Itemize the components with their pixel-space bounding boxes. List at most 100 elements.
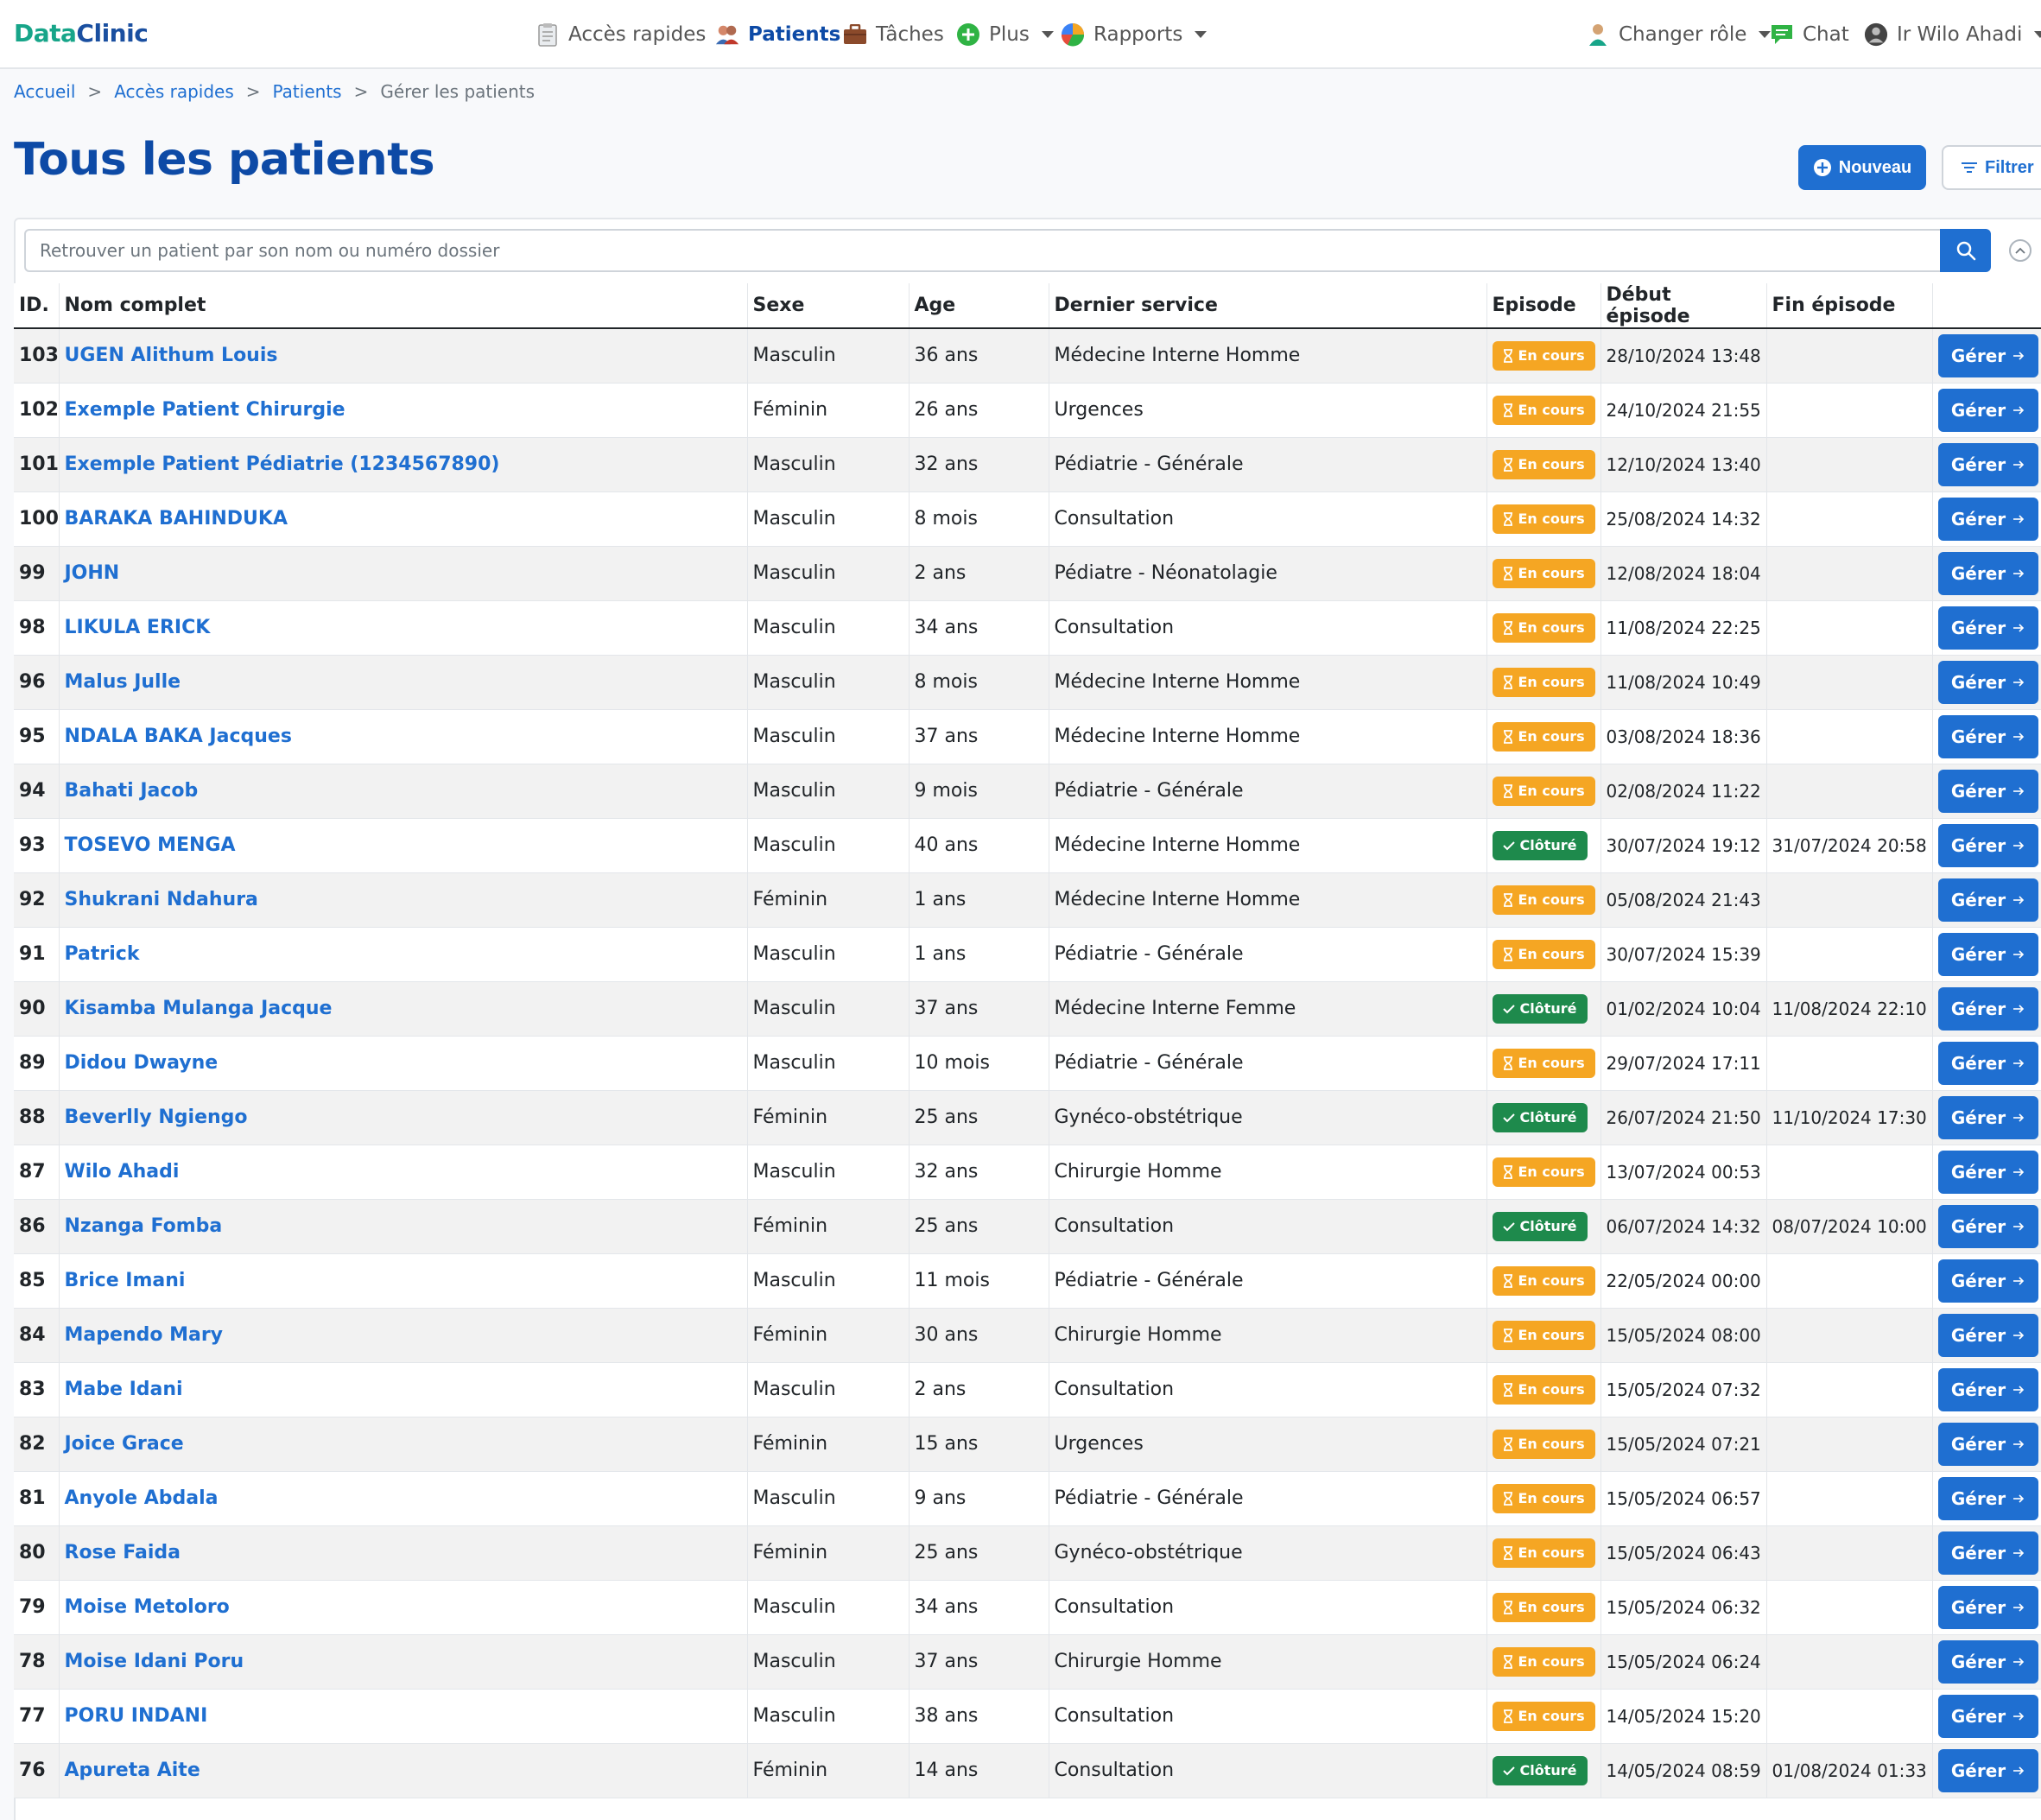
patient-name-link[interactable]: UGEN Alithum Louis	[65, 345, 278, 366]
patient-name-link[interactable]: Wilo Ahadi	[65, 1161, 180, 1183]
manage-button[interactable]: Gérer	[1937, 1204, 2038, 1248]
manage-button-label: Gérer	[1950, 1052, 2006, 1074]
patient-name-link[interactable]: Shukrani Ndahura	[65, 889, 258, 910]
manage-button[interactable]: Gérer	[1937, 606, 2038, 650]
col-header-name[interactable]: Nom complet	[59, 283, 748, 329]
collapse-button[interactable]	[2009, 239, 2031, 262]
arrow-right-icon	[2013, 1766, 2025, 1775]
manage-button[interactable]: Gérer	[1937, 769, 2038, 813]
manage-button-label: Gérer	[1950, 1542, 2006, 1563]
cell-sex: Féminin	[747, 383, 910, 438]
nav-patients[interactable]: Patients	[715, 19, 840, 50]
manage-button[interactable]: Gérer	[1937, 823, 2038, 867]
patient-name-link[interactable]: TOSEVO MENGA	[65, 834, 236, 856]
manage-button[interactable]: Gérer	[1937, 1585, 2038, 1629]
manage-button[interactable]: Gérer	[1937, 1259, 2038, 1303]
manage-button[interactable]: Gérer	[1937, 497, 2038, 541]
col-header-end[interactable]: Fin épisode	[1766, 283, 1933, 329]
brand-part-1: Data	[14, 19, 77, 48]
briefcase-icon	[843, 22, 867, 47]
search-button[interactable]	[1940, 229, 1991, 272]
patient-name-link[interactable]: Didou Dwayne	[65, 1052, 219, 1074]
manage-button[interactable]: Gérer	[1937, 714, 2038, 758]
patient-name-link[interactable]: Rose Faida	[65, 1542, 181, 1563]
cell-sex: Masculin	[747, 1362, 910, 1417]
manage-button[interactable]: Gérer	[1937, 1476, 2038, 1520]
manage-button[interactable]: Gérer	[1937, 1367, 2038, 1411]
patient-name-link[interactable]: Kisamba Mulanga Jacque	[65, 998, 333, 1019]
patient-name-link[interactable]: Apureta Aite	[65, 1760, 200, 1781]
patient-name-link[interactable]: Exemple Patient Pédiatrie (1234567890)	[65, 453, 500, 475]
col-header-age[interactable]: Age	[909, 283, 1049, 329]
new-patient-button[interactable]: Nouveau	[1798, 145, 1926, 190]
patient-name-link[interactable]: Brice Imani	[65, 1270, 186, 1291]
cell-episode: En cours	[1486, 1308, 1601, 1363]
manage-button[interactable]: Gérer	[1937, 333, 2038, 377]
people-icon	[715, 22, 739, 47]
patient-name-link[interactable]: LIKULA ERICK	[65, 617, 211, 638]
manage-button[interactable]: Gérer	[1937, 986, 2038, 1030]
manage-button[interactable]: Gérer	[1937, 932, 2038, 976]
col-header-start[interactable]: Début épisode	[1600, 283, 1767, 329]
manage-button[interactable]: Gérer	[1937, 1639, 2038, 1684]
nav-reports-dropdown[interactable]: Rapports	[1061, 19, 1207, 50]
manage-button[interactable]: Gérer	[1937, 1531, 2038, 1575]
patient-name-link[interactable]: Moise Metoloro	[65, 1596, 230, 1618]
patient-name-link[interactable]: Joice Grace	[65, 1433, 184, 1455]
brand-logo[interactable]: DataClinic	[14, 19, 149, 48]
manage-button[interactable]: Gérer	[1937, 1095, 2038, 1139]
manage-button[interactable]: Gérer	[1937, 1422, 2038, 1466]
table-row: 79 Moise Metoloro Masculin 34 ans Consultati…	[14, 1580, 2041, 1635]
nav-quick-access[interactable]: Accès rapides	[536, 19, 706, 50]
arrow-right-icon	[2013, 840, 2025, 850]
col-header-episode[interactable]: Episode	[1486, 283, 1601, 329]
patient-name-link[interactable]: PORU INDANI	[65, 1705, 208, 1727]
nav-change-role-dropdown[interactable]: Changer rôle	[1586, 19, 1772, 50]
manage-button[interactable]: Gérer	[1937, 1313, 2038, 1357]
breadcrumb-patients[interactable]: Patients	[273, 81, 342, 102]
patient-name-link[interactable]: Anyole Abdala	[65, 1487, 219, 1509]
nav-more-dropdown[interactable]: Plus	[956, 19, 1054, 50]
nav-chat[interactable]: Chat	[1770, 19, 1849, 50]
new-patient-label: Nouveau	[1838, 157, 1912, 177]
breadcrumb-home[interactable]: Accueil	[14, 81, 75, 102]
breadcrumb-quick-access[interactable]: Accès rapides	[114, 81, 234, 102]
patient-name-link[interactable]: Moise Idani Poru	[65, 1651, 244, 1672]
patient-name-link[interactable]: NDALA BAKA Jacques	[65, 726, 292, 747]
manage-button[interactable]: Gérer	[1937, 1041, 2038, 1085]
col-header-sex[interactable]: Sexe	[747, 283, 910, 329]
arrow-right-icon	[2013, 568, 2025, 578]
nav-tasks[interactable]: Tâches	[843, 19, 944, 50]
patient-name-link[interactable]: Mabe Idani	[65, 1379, 183, 1400]
patients-table: ID. Nom complet Sexe Age Dernier service…	[14, 283, 2041, 1798]
manage-button[interactable]: Gérer	[1937, 388, 2038, 432]
search-input[interactable]	[24, 229, 1942, 272]
manage-button[interactable]: Gérer	[1937, 442, 2038, 486]
patient-name-link[interactable]: JOHN	[65, 562, 120, 584]
col-header-id[interactable]: ID.	[14, 283, 60, 329]
patient-name-link[interactable]: Beverlly Ngiengo	[65, 1107, 248, 1128]
manage-button[interactable]: Gérer	[1937, 878, 2038, 922]
cell-episode: En cours	[1486, 383, 1601, 438]
cell-end	[1766, 1580, 1933, 1635]
patient-name-link[interactable]: Mapendo Mary	[65, 1324, 224, 1346]
patient-name-link[interactable]: Nzanga Fomba	[65, 1215, 223, 1237]
manage-button-label: Gérer	[1950, 726, 2006, 747]
patient-name-link[interactable]: BARAKA BAHINDUKA	[65, 508, 288, 530]
patient-name-link[interactable]: Bahati Jacob	[65, 780, 199, 802]
nav-user-dropdown[interactable]: Ir Wilo Ahadi	[1864, 19, 2041, 50]
col-header-service[interactable]: Dernier service	[1049, 283, 1487, 329]
filter-button[interactable]: Filtrer	[1942, 145, 2041, 190]
patient-name-link[interactable]: Exemple Patient Chirurgie	[65, 399, 345, 421]
cell-episode: En cours	[1486, 709, 1601, 764]
patient-name-link[interactable]: Malus Julle	[65, 671, 181, 693]
manage-button[interactable]: Gérer	[1937, 1150, 2038, 1194]
cell-end	[1766, 546, 1933, 601]
patient-name-link[interactable]: Patrick	[65, 943, 140, 965]
manage-button[interactable]: Gérer	[1937, 1694, 2038, 1738]
check-icon	[1502, 1221, 1515, 1231]
manage-button[interactable]: Gérer	[1937, 551, 2038, 595]
status-badge-label: En cours	[1518, 1436, 1585, 1452]
manage-button[interactable]: Gérer	[1937, 660, 2038, 704]
manage-button[interactable]: Gérer	[1937, 1748, 2038, 1792]
